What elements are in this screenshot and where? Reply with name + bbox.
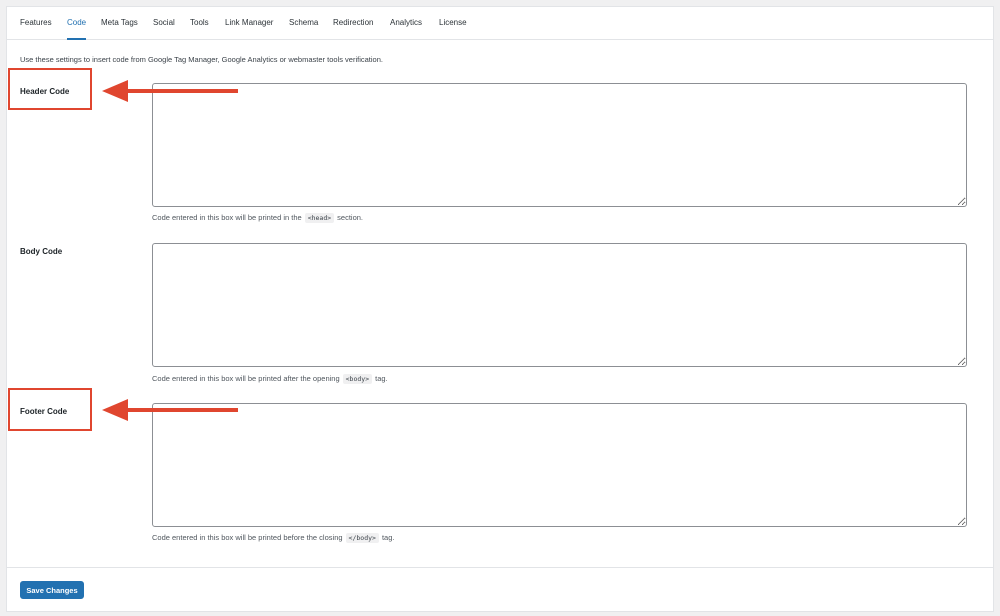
tab-code[interactable]: Code <box>67 7 87 40</box>
tab-link-manager[interactable]: Link Manager <box>225 7 273 39</box>
tab-social[interactable]: Social <box>153 7 175 39</box>
save-changes-button[interactable]: Save Changes <box>20 581 84 599</box>
head-tag-code: <head> <box>304 213 335 223</box>
tab-tools[interactable]: Tools <box>190 7 209 39</box>
tab-analytics[interactable]: Analytics <box>390 7 422 39</box>
tab-redirection[interactable]: Redirection <box>333 7 373 39</box>
settings-tabs: Features Code Meta Tags Social Tools Lin… <box>7 7 993 40</box>
tab-features[interactable]: Features <box>20 7 52 39</box>
intro-text: Use these settings to insert code from G… <box>20 55 383 64</box>
header-code-description: Code entered in this box will be printed… <box>152 213 364 223</box>
body-code-description: Code entered in this box will be printed… <box>152 374 388 384</box>
footer-code-label: Footer Code <box>20 407 68 416</box>
tab-meta-tags[interactable]: Meta Tags <box>101 7 138 39</box>
tab-schema[interactable]: Schema <box>289 7 318 39</box>
footer-code-textarea[interactable] <box>152 403 967 527</box>
body-code-textarea[interactable] <box>152 243 967 367</box>
footer-code-description: Code entered in this box will be printed… <box>152 533 395 543</box>
body-tag-code: <body> <box>342 374 373 384</box>
header-code-textarea[interactable] <box>152 83 967 207</box>
header-code-label: Header Code <box>20 87 70 96</box>
tab-license[interactable]: License <box>439 7 467 39</box>
closing-body-tag-code: </body> <box>345 533 379 543</box>
body-code-label: Body Code <box>20 247 63 256</box>
settings-panel: Features Code Meta Tags Social Tools Lin… <box>6 6 994 612</box>
footer-divider <box>7 567 993 568</box>
